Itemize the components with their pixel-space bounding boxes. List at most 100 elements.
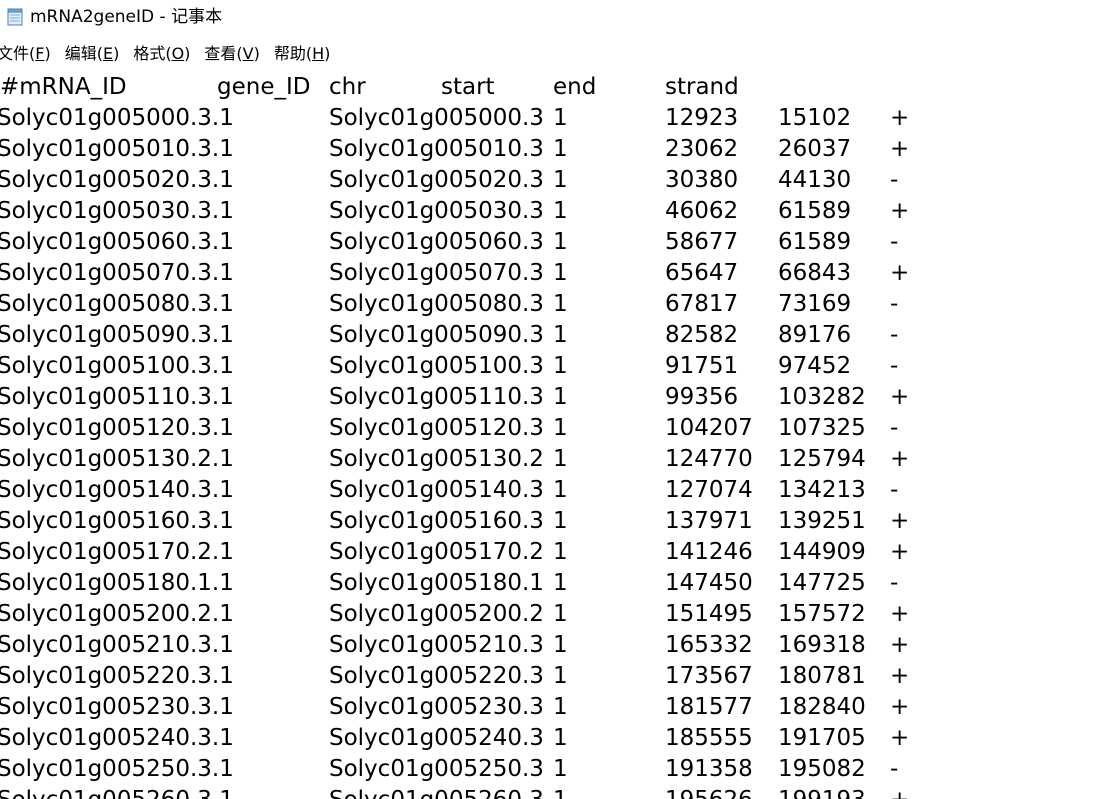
text-line: Solyc01g005020.3.1 Solyc01g005020.3 1 30380…: [0, 163, 1108, 194]
header-strand: strand: [665, 74, 739, 100]
menu-format[interactable]: 格式(O): [133, 42, 190, 66]
cell-mrna-id: Solyc01g005010.3.1: [0, 136, 234, 162]
cell-end: 66843: [778, 260, 852, 286]
text-line: Solyc01g005160.3.1 Solyc01g005160.3 1 13797…: [0, 504, 1108, 535]
cell-strand: -: [890, 570, 899, 596]
text-line: Solyc01g005200.2.1 Solyc01g005200.2 1 15149…: [0, 597, 1108, 628]
cell-strand: -: [890, 229, 899, 255]
cell-chr: 1: [553, 198, 568, 224]
cell-strand: +: [890, 539, 910, 565]
menu-view[interactable]: 查看(V): [204, 42, 259, 66]
text-line: Solyc01g005180.1.1 Solyc01g005180.1 1 14745…: [0, 566, 1108, 597]
cell-chr: 1: [553, 663, 568, 689]
cell-mrna-id: Solyc01g005200.2.1: [0, 601, 234, 627]
menu-file[interactable]: 文件(F): [0, 42, 51, 66]
cell-strand: -: [890, 756, 899, 782]
cell-chr: 1: [553, 539, 568, 565]
cell-strand: -: [890, 167, 899, 193]
cell-gene-id: Solyc01g005030.3: [329, 198, 544, 224]
notepad-window: mRNA2geneID - 记事本 文件(F) 编辑(E) 格式(O) 查看(V…: [0, 0, 1108, 799]
cell-gene-id: Solyc01g005260.3: [329, 785, 544, 799]
cell-mrna-id: Solyc01g005160.3.1: [0, 508, 234, 534]
cell-strand: +: [890, 725, 910, 751]
text-line: Solyc01g005240.3.1 Solyc01g005240.3 1 18555…: [0, 721, 1108, 752]
cell-end: 89176: [778, 322, 852, 348]
cell-start: 191358: [665, 756, 753, 782]
cell-end: 147725: [778, 570, 866, 596]
cell-gene-id: Solyc01g005140.3: [329, 477, 544, 503]
cell-end: 44130: [778, 167, 852, 193]
title-bar[interactable]: mRNA2geneID - 记事本: [0, 0, 1108, 36]
cell-mrna-id: Solyc01g005110.3.1: [0, 384, 234, 410]
cell-gene-id: Solyc01g005080.3: [329, 291, 544, 317]
window-title: mRNA2geneID - 记事本: [30, 7, 223, 27]
cell-chr: 1: [553, 291, 568, 317]
cell-mrna-id: Solyc01g005080.3.1: [0, 291, 234, 317]
cell-gene-id: Solyc01g005120.3: [329, 415, 544, 441]
cell-strand: +: [890, 105, 910, 131]
cell-start: 151495: [665, 601, 753, 627]
cell-strand: +: [890, 198, 910, 224]
cell-mrna-id: Solyc01g005130.2.1: [0, 446, 234, 472]
text-line: Solyc01g005110.3.1 Solyc01g005110.3 1 99356…: [0, 380, 1108, 411]
cell-chr: 1: [553, 322, 568, 348]
cell-mrna-id: Solyc01g005220.3.1: [0, 663, 234, 689]
text-line: Solyc01g005130.2.1 Solyc01g005130.2 1 12477…: [0, 442, 1108, 473]
cell-strand: +: [890, 384, 910, 410]
cell-start: 173567: [665, 663, 753, 689]
cell-chr: 1: [553, 508, 568, 534]
cell-start: 147450: [665, 570, 753, 596]
cell-mrna-id: Solyc01g005120.3.1: [0, 415, 234, 441]
cell-end: 199193: [778, 785, 866, 799]
header-mrna-id: #mRNA_ID: [0, 74, 127, 100]
cell-chr: 1: [553, 446, 568, 472]
cell-chr: 1: [553, 384, 568, 410]
cell-start: 137971: [665, 508, 753, 534]
header-gene-id: gene_ID: [217, 74, 311, 100]
notepad-icon: [7, 8, 23, 26]
cell-mrna-id: Solyc01g005060.3.1: [0, 229, 234, 255]
cell-gene-id: Solyc01g005100.3: [329, 353, 544, 379]
cell-start: 65647: [665, 260, 739, 286]
cell-end: 26037: [778, 136, 852, 162]
cell-strand: +: [890, 260, 910, 286]
text-line: Solyc01g005100.3.1 Solyc01g005100.3 1 91751…: [0, 349, 1108, 380]
cell-start: 195626: [665, 785, 753, 799]
cell-gene-id: Solyc01g005000.3: [329, 105, 544, 131]
text-line: Solyc01g005210.3.1 Solyc01g005210.3 1 16533…: [0, 628, 1108, 659]
cell-gene-id: Solyc01g005020.3: [329, 167, 544, 193]
text-line: Solyc01g005000.3.1 Solyc01g005000.3 1 12923…: [0, 101, 1108, 132]
text-line: Solyc01g005260.3.1 Solyc01g005260.3 1 19562…: [0, 783, 1108, 799]
menu-edit[interactable]: 编辑(E): [65, 42, 120, 66]
text-line: Solyc01g005070.3.1 Solyc01g005070.3 1 65647…: [0, 256, 1108, 287]
cell-strand: -: [890, 477, 899, 503]
cell-strand: +: [890, 694, 910, 720]
cell-gene-id: Solyc01g005130.2: [329, 446, 544, 472]
cell-mrna-id: Solyc01g005100.3.1: [0, 353, 234, 379]
cell-end: 169318: [778, 632, 866, 658]
cell-chr: 1: [553, 260, 568, 286]
cell-chr: 1: [553, 167, 568, 193]
text-line: Solyc01g005230.3.1 Solyc01g005230.3 1 18157…: [0, 690, 1108, 721]
cell-end: 15102: [778, 105, 852, 131]
cell-chr: 1: [553, 785, 568, 799]
cell-strand: +: [890, 136, 910, 162]
header-chr: chr: [329, 74, 366, 100]
cell-gene-id: Solyc01g005180.1: [329, 570, 544, 596]
text-line: Solyc01g005250.3.1 Solyc01g005250.3 1 19135…: [0, 752, 1108, 783]
cell-gene-id: Solyc01g005060.3: [329, 229, 544, 255]
menu-bar: 文件(F) 编辑(E) 格式(O) 查看(V) 帮助(H): [0, 41, 1108, 67]
cell-end: 125794: [778, 446, 866, 472]
cell-mrna-id: Solyc01g005030.3.1: [0, 198, 234, 224]
cell-end: 182840: [778, 694, 866, 720]
cell-end: 73169: [778, 291, 852, 317]
cell-chr: 1: [553, 725, 568, 751]
cell-start: 165332: [665, 632, 753, 658]
menu-help[interactable]: 帮助(H): [274, 42, 331, 66]
cell-strand: +: [890, 446, 910, 472]
cell-end: 61589: [778, 198, 852, 224]
cell-strand: -: [890, 415, 899, 441]
text-editor-area[interactable]: #mRNA_ID gene_ID chr start end strand So…: [0, 70, 1108, 799]
cell-chr: 1: [553, 477, 568, 503]
cell-chr: 1: [553, 229, 568, 255]
